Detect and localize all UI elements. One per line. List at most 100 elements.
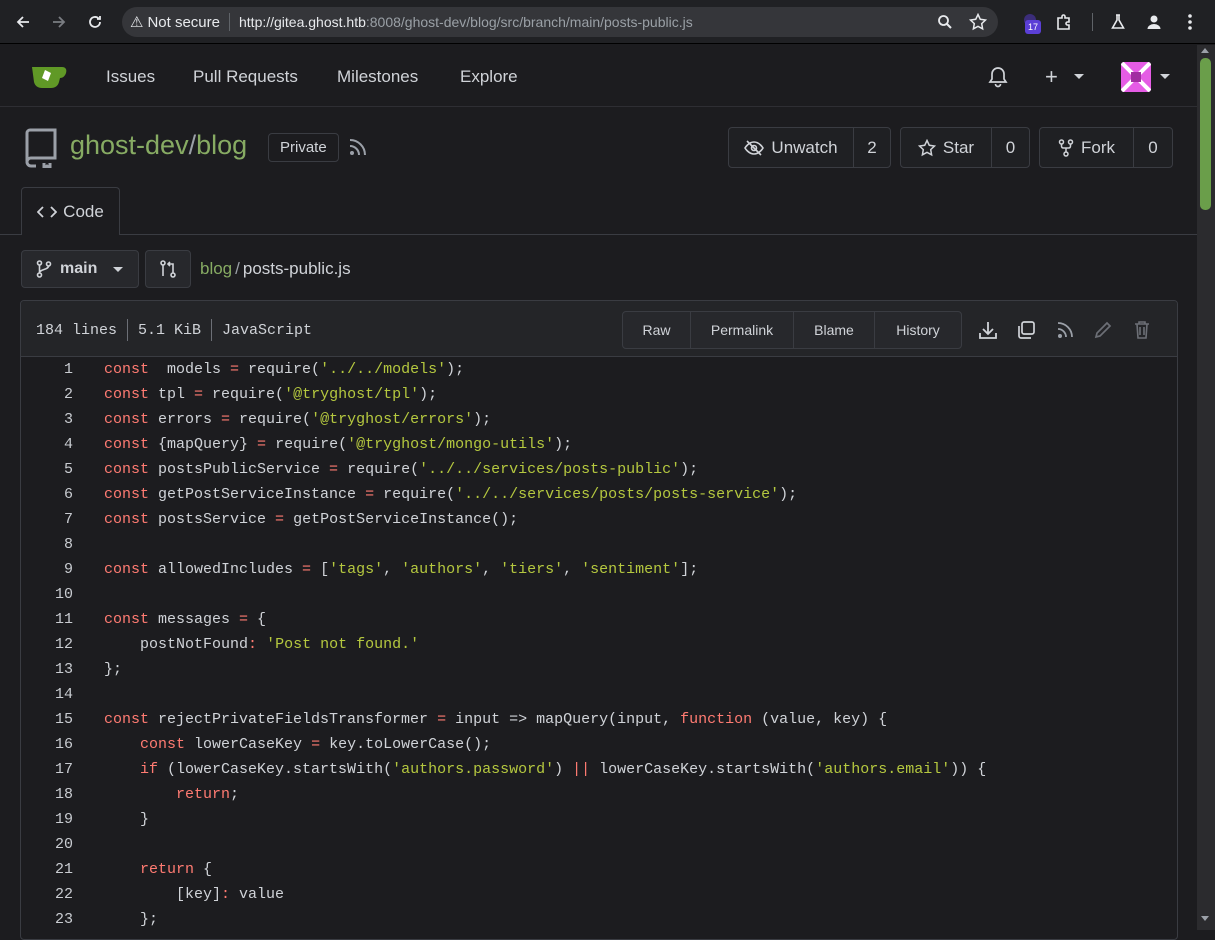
nav-pull-requests[interactable]: Pull Requests	[193, 67, 298, 87]
security-label: Not secure	[147, 13, 220, 31]
line-number[interactable]: 20	[21, 836, 73, 853]
delete-trash-icon[interactable]	[1131, 319, 1153, 341]
line-number[interactable]: 4	[21, 436, 73, 453]
reload-icon[interactable]	[83, 10, 107, 34]
star-button-group: Star 0	[900, 127, 1030, 168]
permalink-button[interactable]: Permalink	[691, 312, 794, 348]
scrollbar-thumb[interactable]	[1200, 58, 1211, 210]
create-plus-icon[interactable]: +	[1045, 64, 1058, 90]
code-line: const rejectPrivateFieldsTransformer = i…	[104, 711, 888, 728]
line-number[interactable]: 8	[21, 536, 73, 553]
compare-button[interactable]	[145, 250, 191, 288]
address-bar[interactable]: ⚠ Not secure http://gitea.ghost.htb:8008…	[122, 7, 998, 37]
labs-flask-icon[interactable]	[1106, 10, 1130, 34]
nav-issues[interactable]: Issues	[106, 67, 155, 87]
nav-milestones[interactable]: Milestones	[337, 67, 418, 87]
rss-file-icon[interactable]	[1054, 319, 1076, 341]
scroll-up-arrow[interactable]	[1201, 48, 1209, 53]
rss-feed-icon[interactable]	[348, 137, 368, 157]
repo-owner-link[interactable]: ghost-dev	[70, 130, 189, 160]
nav-explore[interactable]: Explore	[460, 67, 518, 87]
code-line: const postsService = getPostServiceInsta…	[104, 511, 519, 528]
watch-button-group: Unwatch 2	[728, 127, 891, 168]
repo-title: ghost-dev/blog	[70, 130, 248, 160]
fork-button[interactable]: Fork	[1040, 128, 1134, 167]
line-number[interactable]: 2	[21, 386, 73, 403]
code-line: const messages = {	[104, 611, 267, 628]
branch-icon	[36, 260, 52, 278]
edit-pencil-icon[interactable]	[1092, 319, 1114, 341]
line-number[interactable]: 16	[21, 736, 73, 753]
line-number[interactable]: 13	[21, 661, 73, 678]
code-line: postNotFound: 'Post not found.'	[104, 636, 420, 653]
code-line: };	[104, 911, 159, 928]
line-number[interactable]: 23	[21, 911, 73, 928]
line-number[interactable]: 21	[21, 861, 73, 878]
fork-button-group: Fork 0	[1039, 127, 1173, 168]
watch-count[interactable]: 2	[854, 128, 890, 167]
code-line: return;	[176, 786, 240, 803]
history-button[interactable]: History	[875, 312, 961, 348]
browser-toolbar: ⚠ Not secure http://gitea.ghost.htb:8008…	[0, 0, 1215, 44]
line-number[interactable]: 17	[21, 761, 73, 778]
profile-icon[interactable]	[1142, 10, 1166, 34]
code-icon	[37, 205, 58, 218]
file-language: JavaScript	[222, 321, 313, 339]
line-number[interactable]: 5	[21, 461, 73, 478]
download-icon[interactable]	[977, 319, 999, 341]
forward-icon[interactable]	[47, 10, 71, 34]
line-number[interactable]: 6	[21, 486, 73, 503]
scroll-down-arrow[interactable]	[1201, 916, 1209, 921]
breadcrumb-file: posts-public.js	[242, 259, 351, 278]
star-button[interactable]: Star	[901, 128, 992, 167]
unwatch-button[interactable]: Unwatch	[729, 128, 854, 167]
private-badge: Private	[268, 133, 339, 162]
fork-count[interactable]: 0	[1134, 128, 1172, 167]
code-line: const tpl = require('@tryghost/tpl');	[104, 386, 438, 403]
back-icon[interactable]	[11, 10, 35, 34]
code-line: const allowedIncludes = ['tags', 'author…	[104, 561, 699, 578]
puzzle-icon[interactable]	[1052, 10, 1076, 34]
line-number[interactable]: 9	[21, 561, 73, 578]
bookmark-star-icon[interactable]	[966, 10, 990, 34]
compare-icon	[160, 260, 176, 278]
line-number[interactable]: 18	[21, 786, 73, 803]
gitea-logo-icon[interactable]	[30, 61, 68, 91]
avatar[interactable]	[1121, 62, 1151, 92]
zoom-icon[interactable]	[933, 10, 957, 34]
blame-button[interactable]: Blame	[794, 312, 875, 348]
line-number[interactable]: 10	[21, 586, 73, 603]
chevron-down-icon[interactable]	[1160, 74, 1170, 79]
divider	[1092, 13, 1093, 31]
code-line: [key]: value	[104, 886, 285, 903]
line-number[interactable]: 15	[21, 711, 73, 728]
warning-icon: ⚠	[130, 14, 144, 31]
copy-icon[interactable]	[1015, 319, 1037, 341]
line-number[interactable]: 3	[21, 411, 73, 428]
tab-divider	[0, 234, 1197, 235]
line-number[interactable]: 22	[21, 886, 73, 903]
line-number[interactable]: 12	[21, 636, 73, 653]
code-line: return {	[140, 861, 213, 878]
menu-kebab-icon[interactable]	[1178, 10, 1202, 34]
code-line: };	[104, 661, 123, 678]
breadcrumb-repo-link[interactable]: blog	[200, 259, 232, 278]
line-number[interactable]: 1	[21, 361, 73, 378]
code-line: const models = require('../../models');	[104, 361, 465, 378]
notification-bell-icon[interactable]	[987, 66, 1009, 88]
repo-name-link[interactable]: blog	[196, 130, 247, 160]
branch-selector[interactable]: main	[21, 250, 139, 288]
line-number[interactable]: 19	[21, 811, 73, 828]
line-number[interactable]: 14	[21, 686, 73, 703]
fork-icon	[1058, 138, 1074, 157]
code-line: const getPostServiceInstance = require('…	[104, 486, 798, 503]
line-number[interactable]: 11	[21, 611, 73, 628]
raw-button[interactable]: Raw	[623, 312, 691, 348]
breadcrumb: blog / posts-public.js	[200, 259, 351, 278]
star-count[interactable]: 0	[992, 128, 1029, 167]
eye-slash-icon	[744, 139, 765, 156]
line-number[interactable]: 7	[21, 511, 73, 528]
tab-code[interactable]: Code	[21, 187, 120, 235]
code-line: const {mapQuery} = require('@tryghost/mo…	[104, 436, 573, 453]
chevron-down-icon[interactable]	[1074, 74, 1084, 79]
